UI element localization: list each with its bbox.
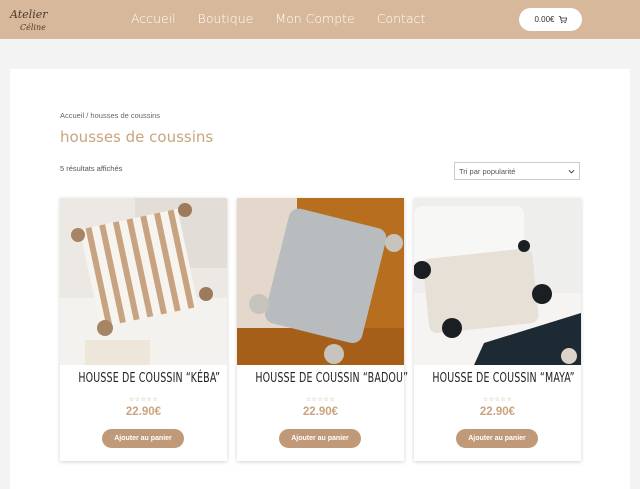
- sort-selected-value: Tri par popularité: [459, 166, 516, 176]
- pillow-badou-image: [237, 198, 404, 365]
- product-card[interactable]: HOUSSE DE COUSSIN “BADOU” ☆☆☆☆☆ 22.90€ A…: [237, 198, 408, 461]
- product-title[interactable]: HOUSSE DE COUSSIN “MAYA”: [432, 370, 574, 386]
- rating-stars: ☆☆☆☆☆: [305, 397, 336, 403]
- nav-contact[interactable]: Contact: [377, 11, 426, 26]
- product-image[interactable]: [60, 198, 227, 365]
- pillow-keba-image: [60, 198, 227, 365]
- site-logo[interactable]: Atelier Céline: [8, 2, 52, 36]
- sort-select[interactable]: Tri par popularité: [454, 162, 580, 180]
- rating-stars: ☆☆☆☆☆: [482, 397, 513, 403]
- product-price: 22.90€: [302, 406, 339, 418]
- page-title: housses de coussins: [60, 128, 214, 146]
- nav-boutique[interactable]: Boutique: [198, 11, 254, 26]
- svg-text:Atelier: Atelier: [9, 8, 48, 21]
- main-nav: Accueil Boutique Mon Compte Contact: [131, 11, 447, 26]
- product-image[interactable]: [237, 198, 404, 365]
- product-card[interactable]: HOUSSE DE COUSSIN “KÉBA” ☆☆☆☆☆ 22.90€ Aj…: [60, 198, 227, 461]
- results-count: 5 résultats affichés: [60, 164, 123, 173]
- add-to-cart-button[interactable]: Ajouter au panier: [456, 429, 538, 448]
- pillow-maya-image: [414, 198, 581, 365]
- cart-icon: [558, 16, 567, 24]
- product-price: 22.90€: [479, 406, 516, 418]
- logo-script-icon: Atelier Céline: [9, 8, 48, 32]
- product-image[interactable]: [414, 198, 581, 365]
- nav-accueil[interactable]: Accueil: [131, 11, 176, 26]
- breadcrumb[interactable]: Accueil / housses de coussins: [60, 111, 160, 120]
- product-title[interactable]: HOUSSE DE COUSSIN “KÉBA”: [78, 370, 220, 386]
- cart-button[interactable]: 0.00€: [519, 8, 582, 31]
- svg-text:Céline: Céline: [20, 23, 46, 32]
- product-title[interactable]: HOUSSE DE COUSSIN “BADOU”: [255, 370, 408, 386]
- cart-total: 0.00€: [534, 15, 555, 24]
- site-header: Atelier Céline Accueil Boutique Mon Comp…: [0, 0, 640, 39]
- add-to-cart-button[interactable]: Ajouter au panier: [279, 429, 361, 448]
- chevron-down-icon: [568, 169, 575, 174]
- product-card[interactable]: HOUSSE DE COUSSIN “MAYA” ☆☆☆☆☆ 22.90€ Aj…: [414, 198, 581, 461]
- product-price: 22.90€: [125, 406, 162, 418]
- rating-stars: ☆☆☆☆☆: [128, 397, 159, 403]
- nav-mon-compte[interactable]: Mon Compte: [275, 11, 354, 26]
- add-to-cart-button[interactable]: Ajouter au panier: [102, 429, 184, 448]
